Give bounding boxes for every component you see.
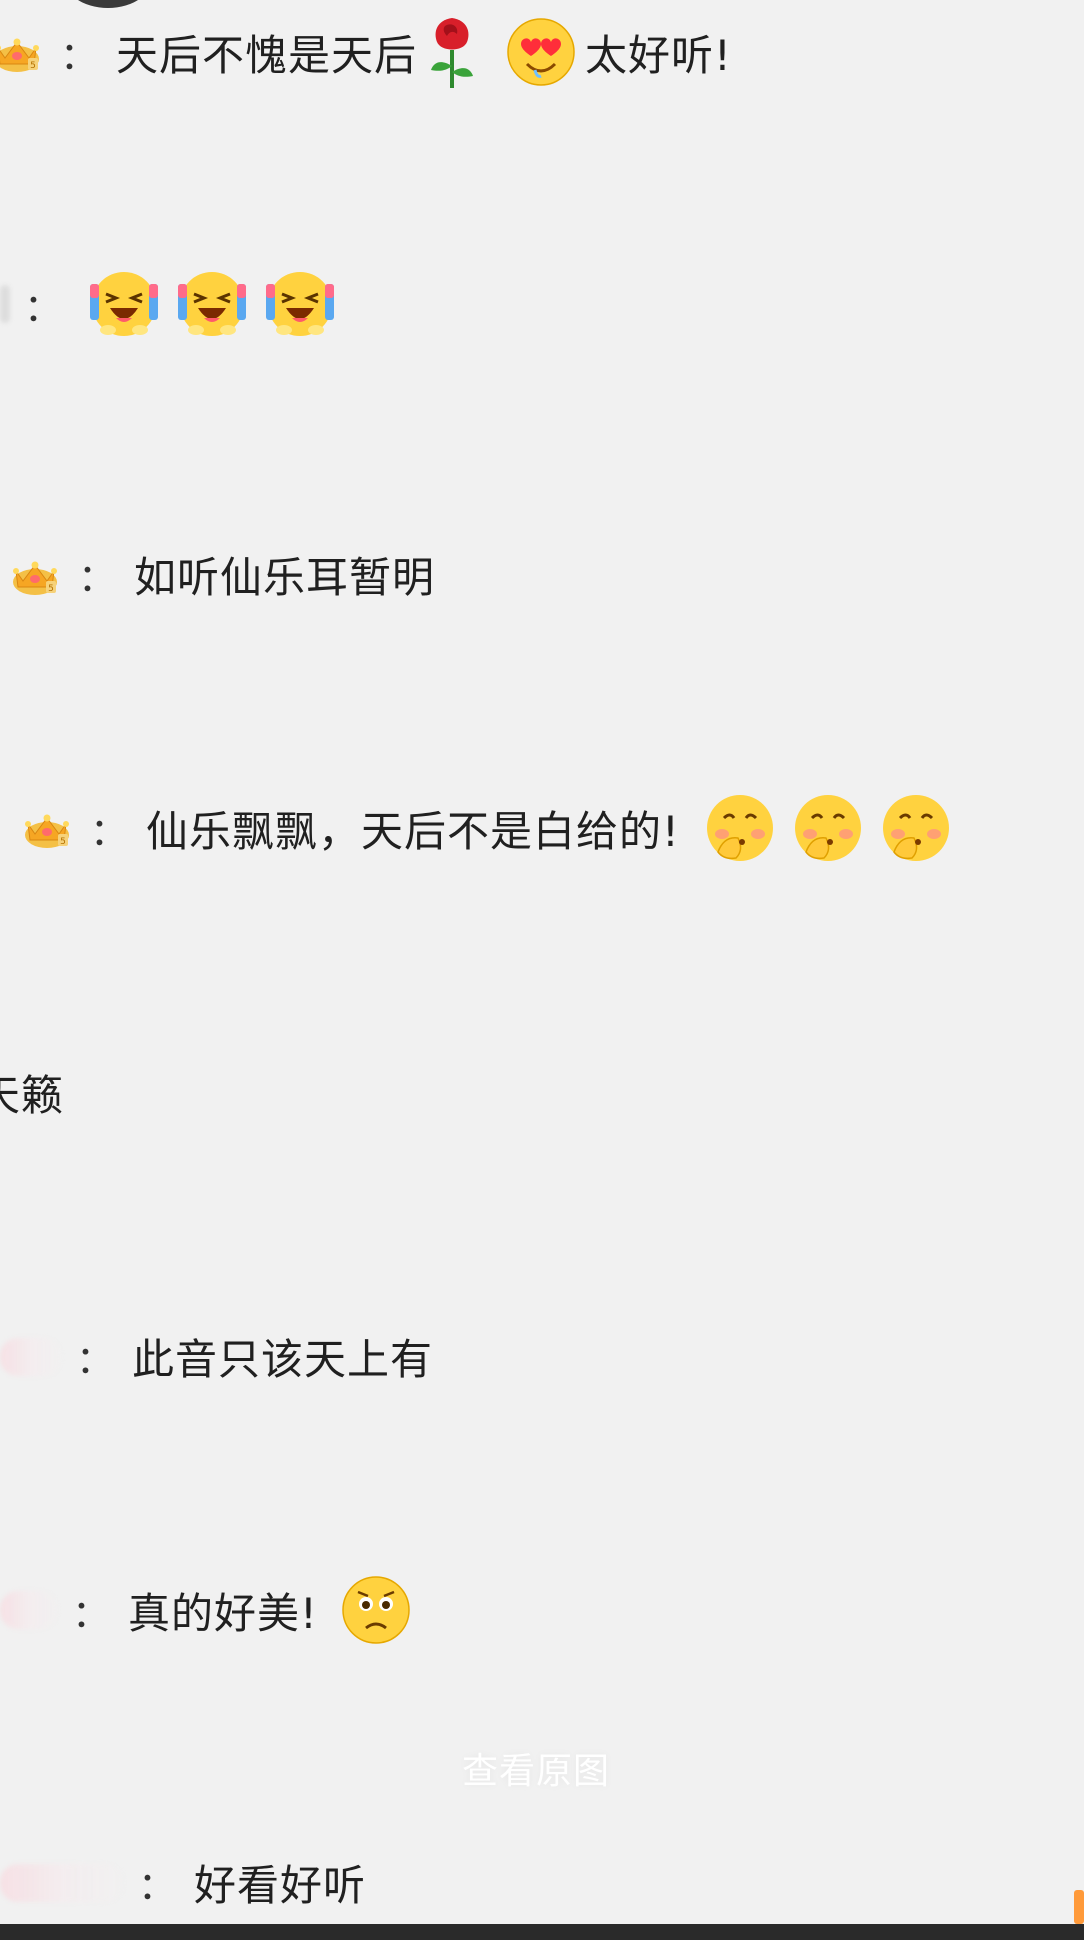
comment-item: ： <box>0 268 344 340</box>
crying-laughing-emoji-icon <box>88 268 160 340</box>
heart-eyes-emoji-icon <box>505 16 577 88</box>
comment-item: 天籁 <box>0 1062 64 1123</box>
comment-colon: ： <box>138 1864 177 1908</box>
comment-item: ： 天后不愧是天后 太好听! <box>0 14 732 90</box>
bottom-bar <box>0 1924 1084 1940</box>
comment-item: ： 如听仙乐耳暂明 <box>10 544 435 605</box>
comment-text: 如听仙乐耳暂明 <box>134 553 436 602</box>
avatar[interactable] <box>62 0 154 8</box>
comment-text: 此音只该天上有 <box>132 1335 434 1384</box>
comment-text: 好看好听 <box>194 1861 367 1910</box>
username-redacted <box>0 1591 58 1629</box>
crying-laughing-emoji-icon <box>264 268 336 340</box>
comment-text: 真的好美! <box>128 1588 318 1638</box>
shy-emoji-icon <box>704 792 776 864</box>
comment-item: ： 好看好听 <box>0 1852 366 1913</box>
username-redacted <box>0 1337 62 1376</box>
crown-icon <box>0 30 42 74</box>
comment-text: 仙乐飘飘，天后不是白给的! <box>146 806 680 856</box>
scroll-indicator[interactable] <box>1074 1890 1084 1924</box>
comment-colon: ： <box>72 1591 111 1636</box>
comment-text: 天后不愧是天后 <box>116 30 418 80</box>
comment-item: ： 仙乐飘飘，天后不是白给的! <box>22 792 960 864</box>
comment-colon: ： <box>24 285 63 330</box>
pleading-emoji-icon <box>340 1574 412 1646</box>
comment-colon: ： <box>78 556 117 600</box>
comment-text-suffix: 太好听! <box>585 30 732 80</box>
username-redacted <box>0 285 10 323</box>
comment-colon: ： <box>60 33 99 78</box>
rose-icon <box>425 14 479 90</box>
shy-emoji-icon <box>792 792 864 864</box>
comment-colon: ： <box>90 809 129 854</box>
crown-icon <box>10 553 60 597</box>
comment-item: ： 真的好美! <box>0 1574 420 1646</box>
crying-laughing-emoji-icon <box>176 268 248 340</box>
comment-colon: ： <box>76 1338 115 1382</box>
comment-text: 天籁 <box>0 1071 65 1120</box>
crown-icon <box>22 806 72 850</box>
comment-item: ： 此音只该天上有 <box>0 1326 433 1387</box>
shy-emoji-icon <box>880 792 952 864</box>
view-original-button[interactable]: 查看原图 <box>462 1742 610 1794</box>
username-redacted <box>0 1863 124 1902</box>
